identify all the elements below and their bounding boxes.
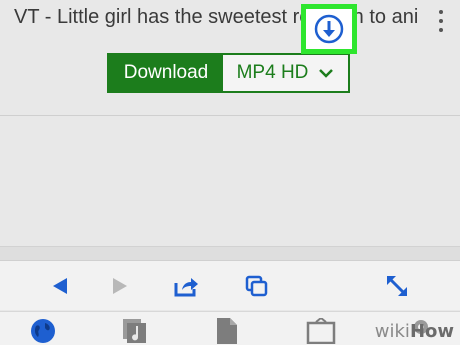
share-icon xyxy=(174,278,198,297)
music-icon[interactable] xyxy=(122,318,148,344)
video-title: VT - Little girl has the sweetest reacti… xyxy=(14,6,419,28)
format-select[interactable]: MP4 HD xyxy=(223,55,348,91)
download-button[interactable]: Download xyxy=(109,55,223,91)
wikihow-watermark: wikiHow xyxy=(375,321,454,342)
chevron-down-icon xyxy=(319,69,334,78)
back-button[interactable] xyxy=(38,261,82,311)
folder-icon[interactable] xyxy=(306,318,336,344)
globe-icon[interactable] xyxy=(30,318,56,344)
more-options-icon[interactable] xyxy=(436,10,446,32)
download-icon xyxy=(314,14,344,44)
share-button[interactable] xyxy=(164,261,208,311)
forward-button[interactable] xyxy=(98,261,142,311)
tabs-icon xyxy=(245,275,268,297)
browser-toolbar xyxy=(0,260,460,310)
content-scrollbar[interactable] xyxy=(0,246,460,260)
watermark-wiki: wiki xyxy=(374,321,410,342)
fullscreen-icon xyxy=(387,276,407,296)
download-toolbar-button[interactable] xyxy=(301,4,357,54)
forward-arrow-icon xyxy=(113,278,127,294)
tabs-button[interactable] xyxy=(235,261,279,311)
download-control: Download MP4 HD xyxy=(107,53,350,93)
back-arrow-icon xyxy=(53,278,67,294)
document-icon[interactable] xyxy=(216,318,238,344)
divider xyxy=(0,115,460,116)
title-row: VT - Little girl has the sweetest reacti… xyxy=(0,0,460,44)
watermark-how: How xyxy=(409,321,454,342)
fullscreen-button[interactable] xyxy=(375,261,419,311)
format-value: MP4 HD xyxy=(236,62,309,83)
